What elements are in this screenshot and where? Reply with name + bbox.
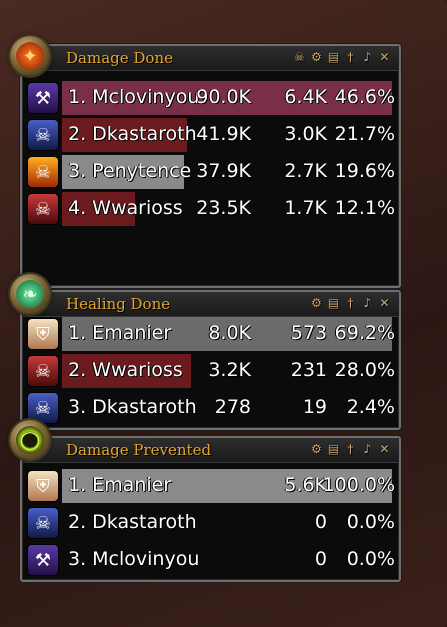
list-item[interactable]: ☠ 3. Penytence 37.9K 2.7K 19.6% bbox=[26, 154, 395, 190]
damage-done-window[interactable]: Damage Done ☠ ⚙ ▤ † ♪ ✕ ⚒ 1. Mclovinyou 90… bbox=[20, 44, 401, 288]
list-item[interactable]: ☠ 4. Wwarioss 23.5K 1.7K 12.1% bbox=[26, 191, 395, 227]
warrior-helm-icon: ⚒ bbox=[28, 83, 58, 113]
amount-value: 37.9K bbox=[196, 160, 251, 182]
report-icon[interactable]: ▤ bbox=[327, 295, 340, 311]
player-name: 3. Dkastaroth bbox=[68, 396, 197, 418]
ring-icon: ◯ bbox=[16, 426, 44, 454]
sword-icon[interactable]: † bbox=[344, 441, 357, 457]
per-second-value: 0 bbox=[314, 548, 327, 570]
list-item[interactable]: ⚒ 3. Mclovinyou 0 0.0% bbox=[26, 542, 395, 578]
warrior-helm-icon: ⚒ bbox=[28, 545, 58, 575]
paladin-shield-icon: ⛨ bbox=[28, 471, 58, 501]
per-second-value: 19 bbox=[302, 396, 327, 418]
window-title: Damage Prevented bbox=[66, 441, 212, 459]
list-item[interactable]: ☠ 2. Wwarioss 3.2K 231 28.0% bbox=[26, 353, 395, 389]
player-name: 2. Dkastaroth bbox=[68, 123, 197, 145]
list-item[interactable]: ☠ 3. Dkastaroth 278 19 2.4% bbox=[26, 390, 395, 426]
amount-value: 8.0K bbox=[208, 322, 251, 344]
damage-prevented-titlebar[interactable]: Damage Prevented ⚙ ▤ † ♪ ✕ bbox=[22, 438, 399, 463]
per-second-value: 3.0K bbox=[284, 123, 327, 145]
healing-done-titlebar[interactable]: Healing Done ⚙ ▤ † ♪ ✕ bbox=[22, 292, 399, 317]
reset-icon[interactable]: ✕ bbox=[378, 295, 391, 311]
per-second-value: 231 bbox=[290, 359, 327, 381]
red-skull-icon: ☠ bbox=[28, 194, 58, 224]
player-name: 2. Dkastaroth bbox=[68, 511, 197, 533]
speaker-icon[interactable]: ♪ bbox=[361, 441, 374, 457]
amount-value: 90.0K bbox=[196, 86, 251, 108]
percent-value: 46.6% bbox=[334, 86, 395, 108]
percent-value: 12.1% bbox=[334, 197, 395, 219]
percent-value: 19.6% bbox=[334, 160, 395, 182]
amount-value: 23.5K bbox=[196, 197, 251, 219]
amount-value: 278 bbox=[214, 396, 251, 418]
per-second-value: 0 bbox=[314, 511, 327, 533]
fire-skull-icon: ☠ bbox=[28, 157, 58, 187]
leaf-icon: ❧ bbox=[16, 280, 44, 308]
window-title: Damage Done bbox=[66, 49, 173, 67]
amount-value: 41.9K bbox=[196, 123, 251, 145]
per-second-value: 5.6K bbox=[284, 474, 327, 496]
percent-value: 2.4% bbox=[346, 396, 395, 418]
speaker-icon[interactable]: ♪ bbox=[361, 295, 374, 311]
per-second-value: 573 bbox=[290, 322, 327, 344]
reset-icon[interactable]: ✕ bbox=[378, 49, 391, 65]
percent-value: 100.0% bbox=[322, 474, 395, 496]
percent-value: 28.0% bbox=[334, 359, 395, 381]
damage-done-orb[interactable]: ✦ bbox=[10, 36, 50, 76]
player-name: 1. Mclovinyou bbox=[68, 86, 200, 108]
amount-value: 3.2K bbox=[208, 359, 251, 381]
list-item[interactable]: ⛨ 1. Emanier 8.0K 573 69.2% bbox=[26, 316, 395, 352]
healing-done-window[interactable]: Healing Done ⚙ ▤ † ♪ ✕ ⛨ 1. Emanier 8.0K 57… bbox=[20, 290, 401, 430]
player-name: 2. Wwarioss bbox=[68, 359, 183, 381]
per-second-value: 6.4K bbox=[284, 86, 327, 108]
report-icon[interactable]: ▤ bbox=[327, 441, 340, 457]
list-item[interactable]: ⛨ 1. Emanier 5.6K 100.0% bbox=[26, 468, 395, 504]
deathknight-skull-icon: ☠ bbox=[28, 508, 58, 538]
red-skull-icon: ☠ bbox=[28, 356, 58, 386]
per-second-value: 1.7K bbox=[284, 197, 327, 219]
player-name: 3. Penytence bbox=[68, 160, 192, 182]
deathknight-skull-icon: ☠ bbox=[28, 120, 58, 150]
gear-icon[interactable]: ⚙ bbox=[310, 441, 323, 457]
list-item[interactable]: ⚒ 1. Mclovinyou 90.0K 6.4K 46.6% bbox=[26, 80, 395, 116]
gear-icon[interactable]: ⚙ bbox=[310, 295, 323, 311]
player-name: 4. Wwarioss bbox=[68, 197, 183, 219]
fire-icon: ✦ bbox=[16, 42, 44, 70]
damage-done-titlebar[interactable]: Damage Done ☠ ⚙ ▤ † ♪ ✕ bbox=[22, 46, 399, 71]
damage-prevented-orb[interactable]: ◯ bbox=[10, 420, 50, 460]
percent-value: 69.2% bbox=[334, 322, 395, 344]
player-name: 1. Emanier bbox=[68, 322, 172, 344]
list-item[interactable]: ☠ 2. Dkastaroth 0 0.0% bbox=[26, 505, 395, 541]
paladin-shield-icon: ⛨ bbox=[28, 319, 58, 349]
speaker-icon[interactable]: ♪ bbox=[361, 49, 374, 65]
per-second-value: 2.7K bbox=[284, 160, 327, 182]
report-icon[interactable]: ▤ bbox=[327, 49, 340, 65]
gear-icon[interactable]: ⚙ bbox=[310, 49, 323, 65]
skull-icon[interactable]: ☠ bbox=[293, 49, 306, 65]
percent-value: 0.0% bbox=[346, 548, 395, 570]
percent-value: 0.0% bbox=[346, 511, 395, 533]
deathknight-skull-icon: ☠ bbox=[28, 393, 58, 423]
reset-icon[interactable]: ✕ bbox=[378, 441, 391, 457]
percent-value: 21.7% bbox=[334, 123, 395, 145]
sword-icon[interactable]: † bbox=[344, 295, 357, 311]
sword-icon[interactable]: † bbox=[344, 49, 357, 65]
player-name: 3. Mclovinyou bbox=[68, 548, 200, 570]
list-item[interactable]: ☠ 2. Dkastaroth 41.9K 3.0K 21.7% bbox=[26, 117, 395, 153]
healing-done-orb[interactable]: ❧ bbox=[10, 274, 50, 314]
player-name: 1. Emanier bbox=[68, 474, 172, 496]
window-title: Healing Done bbox=[66, 295, 171, 313]
damage-prevented-window[interactable]: Damage Prevented ⚙ ▤ † ♪ ✕ ⛨ 1. Emanier 5.… bbox=[20, 436, 401, 582]
